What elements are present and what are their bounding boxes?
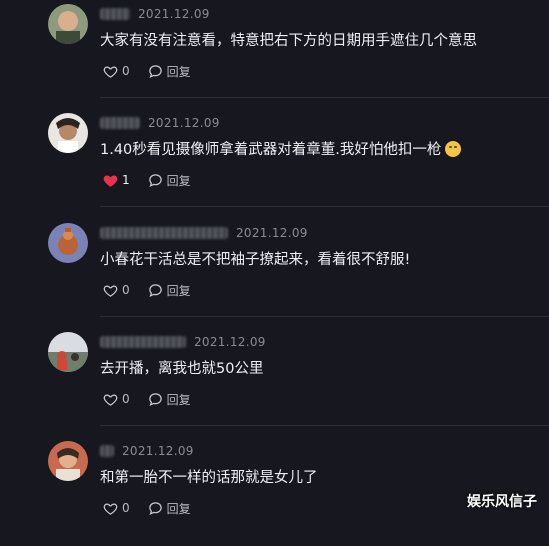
like-button[interactable]: 0 bbox=[103, 64, 130, 79]
like-button[interactable]: 0 bbox=[103, 501, 130, 516]
reply-label: 回复 bbox=[166, 173, 191, 188]
comment-text: 大家有没有注意看，特意把右下方的日期用手遮住几个意思 bbox=[100, 33, 477, 49]
comment-text: 去开播，离我也就50公里 bbox=[100, 361, 264, 377]
grinning-face-icon bbox=[445, 141, 462, 157]
chat-bubble-icon bbox=[148, 283, 162, 297]
avatar[interactable] bbox=[48, 223, 88, 263]
like-button[interactable]: 1 bbox=[103, 173, 130, 188]
comment-item: 2021.12.09 去开播，离我也就50公里 0 回复 bbox=[0, 328, 549, 437]
watermark: 娱乐风信子 bbox=[467, 494, 537, 510]
heart-icon bbox=[103, 502, 118, 515]
comment-date: 2021.12.09 bbox=[236, 226, 308, 240]
reply-button[interactable]: 回复 bbox=[148, 282, 191, 299]
username-blurred[interactable] bbox=[100, 227, 228, 239]
reply-button[interactable]: 回复 bbox=[148, 172, 191, 189]
comment-text: 和第一胎不一样的话那就是女儿了 bbox=[100, 470, 318, 486]
comment-item: 2021.12.09 大家有没有注意看，特意把右下方的日期用手遮住几个意思 0 … bbox=[0, 0, 549, 109]
comment-item: 2021.12.09 1.40秒看见摄像师拿着武器对着章董.我好怕他扣一枪 1 … bbox=[0, 109, 549, 218]
username-blurred[interactable] bbox=[100, 445, 114, 457]
heart-icon bbox=[103, 284, 118, 297]
chat-bubble-icon bbox=[148, 392, 162, 406]
divider bbox=[100, 97, 549, 98]
username-blurred[interactable] bbox=[100, 8, 130, 20]
divider bbox=[100, 316, 549, 317]
like-button[interactable]: 0 bbox=[103, 283, 130, 298]
like-count: 0 bbox=[122, 283, 130, 297]
heart-icon bbox=[103, 65, 118, 78]
comment-date: 2021.12.09 bbox=[138, 7, 210, 21]
like-count: 1 bbox=[122, 173, 130, 187]
comment-text: 1.40秒看见摄像师拿着武器对着章董.我好怕他扣一枪 bbox=[100, 138, 462, 159]
avatar[interactable] bbox=[48, 113, 88, 153]
reply-button[interactable]: 回复 bbox=[148, 500, 191, 517]
comment-item: 2021.12.09 小春花干活总是不把袖子撩起来，看着很不舒服! 0 回复 bbox=[0, 219, 549, 328]
username-blurred[interactable] bbox=[100, 117, 140, 129]
avatar[interactable] bbox=[48, 4, 88, 44]
reply-label: 回复 bbox=[166, 501, 191, 516]
avatar[interactable] bbox=[48, 441, 88, 481]
like-button[interactable]: 0 bbox=[103, 392, 130, 407]
comment-date: 2021.12.09 bbox=[148, 116, 220, 130]
divider bbox=[100, 206, 549, 207]
comment-date: 2021.12.09 bbox=[194, 335, 266, 349]
avatar[interactable] bbox=[48, 332, 88, 372]
chat-bubble-icon bbox=[148, 173, 162, 187]
like-count: 0 bbox=[122, 392, 130, 406]
chat-bubble-icon bbox=[148, 64, 162, 78]
like-count: 0 bbox=[122, 64, 130, 78]
heart-icon bbox=[103, 174, 118, 187]
username-blurred[interactable] bbox=[100, 336, 186, 348]
divider bbox=[100, 425, 549, 426]
comment-date: 2021.12.09 bbox=[122, 444, 194, 458]
heart-icon bbox=[103, 393, 118, 406]
like-count: 0 bbox=[122, 501, 130, 515]
reply-label: 回复 bbox=[166, 392, 191, 407]
reply-label: 回复 bbox=[166, 64, 191, 79]
reply-button[interactable]: 回复 bbox=[148, 391, 191, 408]
reply-label: 回复 bbox=[166, 283, 191, 298]
reply-button[interactable]: 回复 bbox=[148, 63, 191, 80]
chat-bubble-icon bbox=[148, 501, 162, 515]
comment-text: 小春花干活总是不把袖子撩起来，看着很不舒服! bbox=[100, 252, 411, 268]
